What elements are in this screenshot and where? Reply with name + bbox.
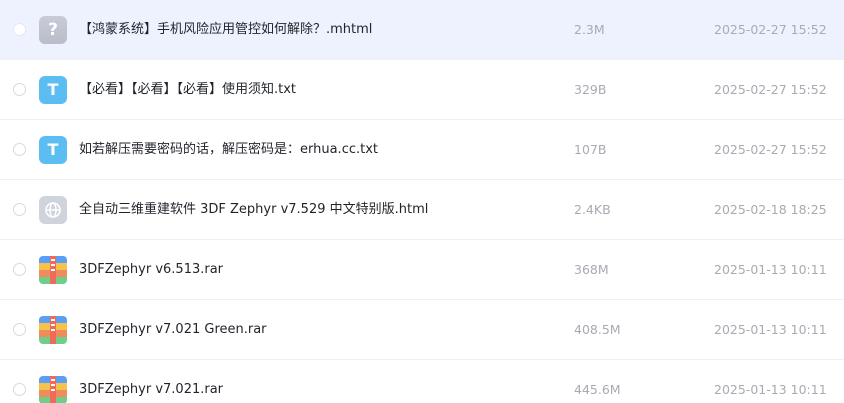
file-size: 368M [574,262,609,277]
text-file-icon: T [39,136,67,164]
row-checkbox[interactable] [13,323,26,336]
file-row[interactable]: 3DFZephyr v6.513.rar 368M 2025-01-13 10:… [0,240,844,300]
file-date: 2025-02-27 15:52 [714,82,827,97]
file-date: 2025-02-27 15:52 [714,22,827,37]
file-row[interactable]: 全自动三维重建软件 3DF Zephyr v7.529 中文特别版.html 2… [0,180,844,240]
file-name[interactable]: 【鸿蒙系统】手机风险应用管控如何解除？.mhtml [79,21,372,39]
file-row[interactable]: T 如若解压需要密码的话，解压密码是：erhua.cc.txt 107B 202… [0,120,844,180]
row-checkbox[interactable] [13,83,26,96]
row-checkbox[interactable] [13,383,26,396]
row-checkbox[interactable] [13,143,26,156]
file-date: 2025-01-13 10:11 [714,382,827,397]
file-list: ? 【鸿蒙系统】手机风险应用管控如何解除？.mhtml 2.3M 2025-02… [0,0,844,403]
file-size: 2.4KB [574,202,611,217]
file-row[interactable]: 3DFZephyr v7.021.rar 445.6M 2025-01-13 1… [0,360,844,403]
file-date: 2025-01-13 10:11 [714,322,827,337]
file-name[interactable]: 【必看】【必看】【必看】使用须知.txt [79,81,296,99]
text-file-icon: T [39,76,67,104]
row-checkbox[interactable] [13,23,26,36]
archive-file-icon [39,256,67,284]
file-name[interactable]: 3DFZephyr v7.021.rar [79,381,223,399]
file-size: 329B [574,82,607,97]
file-row[interactable]: T 【必看】【必看】【必看】使用须知.txt 329B 2025-02-27 1… [0,60,844,120]
file-row[interactable]: 3DFZephyr v7.021 Green.rar 408.5M 2025-0… [0,300,844,360]
file-row[interactable]: ? 【鸿蒙系统】手机风险应用管控如何解除？.mhtml 2.3M 2025-02… [0,0,844,60]
unknown-file-icon: ? [39,16,67,44]
file-size: 2.3M [574,22,605,37]
file-name[interactable]: 3DFZephyr v7.021 Green.rar [79,321,267,339]
row-checkbox[interactable] [13,203,26,216]
file-name[interactable]: 全自动三维重建软件 3DF Zephyr v7.529 中文特别版.html [79,201,428,219]
file-size: 107B [574,142,607,157]
file-date: 2025-02-18 18:25 [714,202,827,217]
archive-file-icon [39,376,67,403]
archive-file-icon [39,316,67,344]
file-size: 445.6M [574,382,621,397]
web-file-icon [39,196,67,224]
globe-icon [45,202,61,218]
file-date: 2025-01-13 10:11 [714,262,827,277]
file-size: 408.5M [574,322,621,337]
row-checkbox[interactable] [13,263,26,276]
file-date: 2025-02-27 15:52 [714,142,827,157]
file-name[interactable]: 如若解压需要密码的话，解压密码是：erhua.cc.txt [79,141,378,159]
file-name[interactable]: 3DFZephyr v6.513.rar [79,261,223,279]
